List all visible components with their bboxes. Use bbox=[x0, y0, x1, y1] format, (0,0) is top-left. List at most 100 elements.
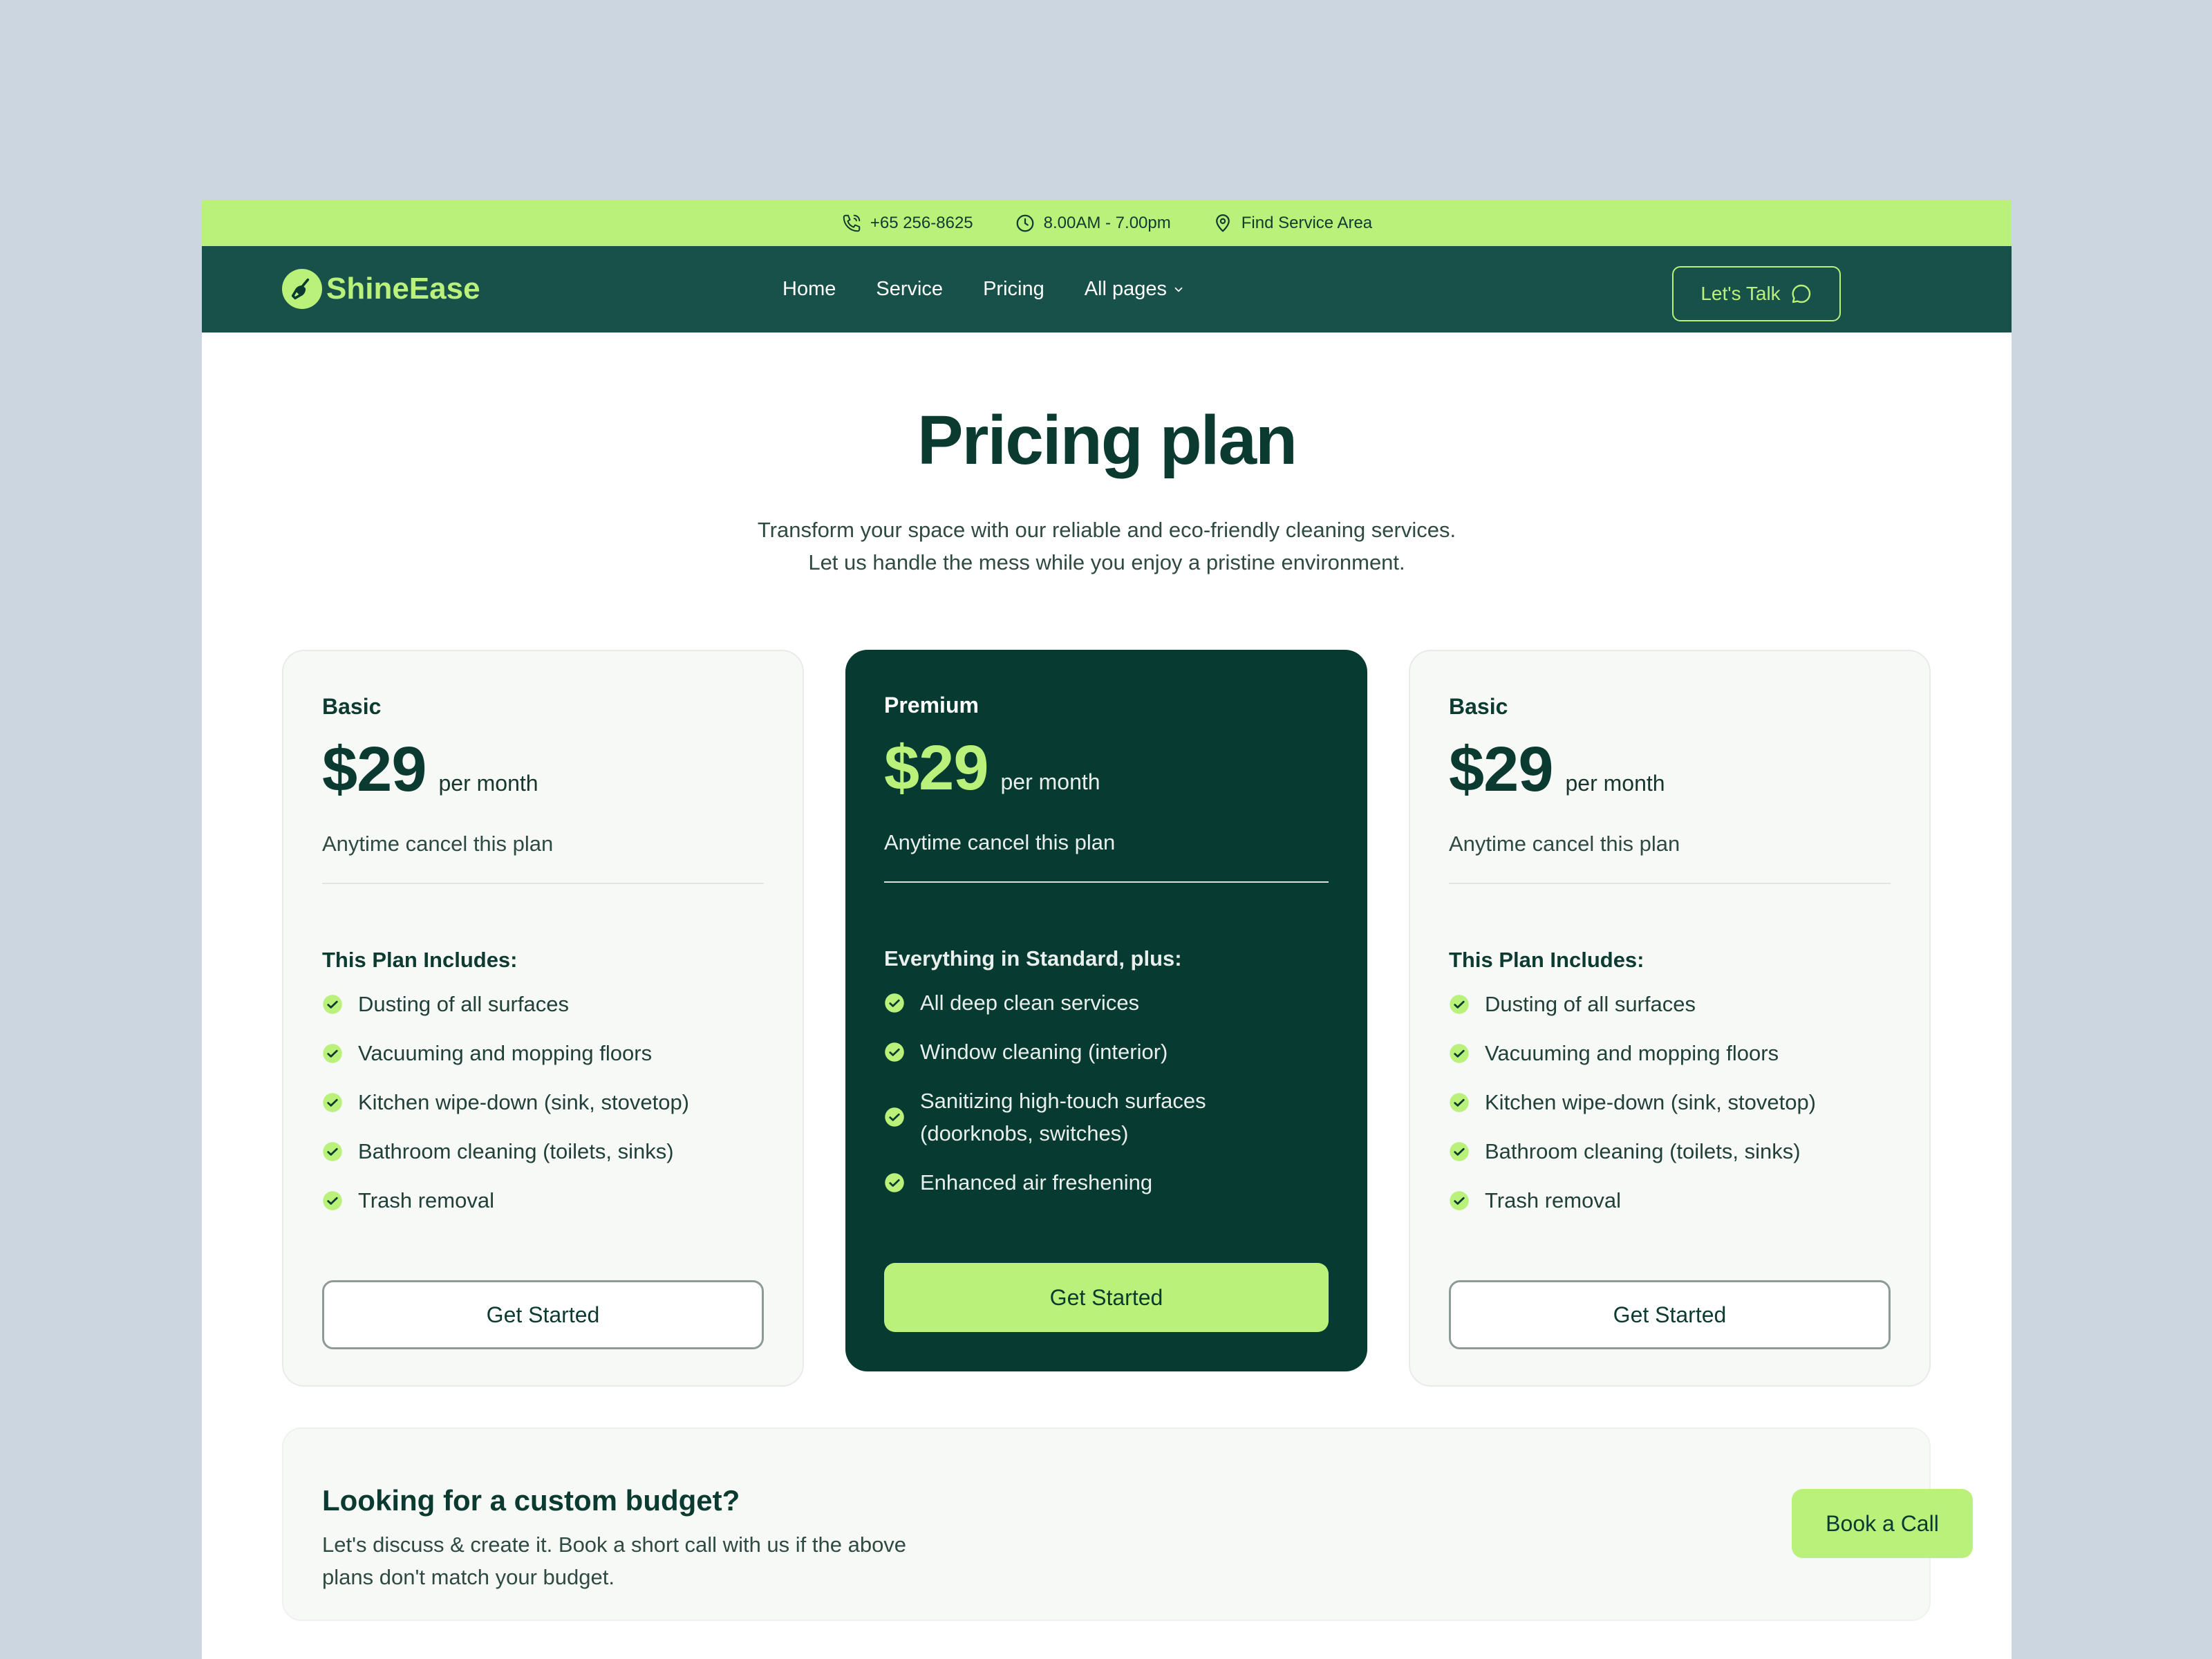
feature-text: Dusting of all surfaces bbox=[358, 992, 569, 1016]
check-circle-icon bbox=[323, 1043, 342, 1063]
nav-links: Home Service Pricing All pages bbox=[782, 246, 1185, 332]
plan-name: Basic bbox=[322, 694, 382, 719]
pricing-card-basic-2: Basic $29 per month Anytime cancel this … bbox=[1409, 650, 1931, 1387]
check-circle-icon bbox=[885, 993, 904, 1013]
feature-item: Dusting of all surfaces bbox=[322, 988, 764, 1020]
divider bbox=[322, 883, 764, 884]
check-circle-icon bbox=[1450, 1092, 1469, 1112]
price-row: $29 per month bbox=[1449, 738, 1891, 801]
includes-title: This Plan Includes: bbox=[1449, 948, 1644, 972]
feature-item: Vacuuming and mopping floors bbox=[322, 1037, 764, 1069]
check-circle-icon bbox=[323, 994, 342, 1014]
feature-item: Sanitizing high-touch surfaces (doorknob… bbox=[884, 1085, 1329, 1150]
location-pin-icon bbox=[1215, 214, 1230, 232]
plan-note: Anytime cancel this plan bbox=[884, 830, 1116, 854]
nav-pricing[interactable]: Pricing bbox=[983, 278, 1044, 301]
price-row: $29 per month bbox=[322, 738, 764, 801]
feature-text: Sanitizing high-touch surfaces (doorknob… bbox=[920, 1089, 1206, 1145]
get-started-button[interactable]: Get Started bbox=[884, 1263, 1329, 1332]
check-circle-icon bbox=[885, 1172, 904, 1192]
brand-name: ShineEase bbox=[326, 272, 480, 306]
feature-text: Kitchen wipe-down (sink, stovetop) bbox=[358, 1090, 690, 1114]
check-circle-icon bbox=[885, 1107, 904, 1127]
feature-text: Vacuuming and mopping floors bbox=[1485, 1041, 1779, 1065]
lets-talk-button[interactable]: Let's Talk bbox=[1672, 266, 1841, 321]
feature-item: Trash removal bbox=[322, 1184, 764, 1217]
feature-text: Bathroom cleaning (toilets, sinks) bbox=[358, 1139, 674, 1163]
plan-period: per month bbox=[1565, 771, 1665, 796]
nav-all-pages[interactable]: All pages bbox=[1085, 278, 1185, 301]
feature-list: Dusting of all surfaces Vacuuming and mo… bbox=[322, 988, 764, 1217]
clock-icon bbox=[1016, 214, 1034, 232]
check-circle-icon bbox=[1450, 1043, 1469, 1063]
feature-text: All deep clean services bbox=[920, 991, 1140, 1015]
get-started-button[interactable]: Get Started bbox=[322, 1280, 764, 1349]
includes-title: This Plan Includes: bbox=[322, 948, 518, 972]
lets-talk-label: Let's Talk bbox=[1700, 283, 1781, 304]
page-title: Pricing plan bbox=[917, 402, 1297, 479]
check-circle-icon bbox=[885, 1042, 904, 1062]
feature-list: Dusting of all surfaces Vacuuming and mo… bbox=[1449, 988, 1891, 1217]
feature-item: All deep clean services bbox=[884, 986, 1329, 1019]
feature-text: Dusting of all surfaces bbox=[1485, 992, 1696, 1016]
main-navbar: ShineEase Home Service Pricing All pages… bbox=[202, 246, 2012, 332]
book-a-call-button[interactable]: Book a Call bbox=[1792, 1489, 1973, 1558]
feature-item: Window cleaning (interior) bbox=[884, 1035, 1329, 1068]
feature-text: Window cleaning (interior) bbox=[920, 1040, 1168, 1064]
custom-budget-panel: Looking for a custom budget? Let's discu… bbox=[282, 1427, 1973, 1621]
feature-text: Trash removal bbox=[358, 1188, 494, 1212]
nav-service[interactable]: Service bbox=[876, 278, 943, 301]
pricing-card-premium: Premium $29 per month Anytime cancel thi… bbox=[845, 650, 1367, 1371]
top-info-bar: +65 256-8625 8.00AM - 7.00pm Find Servic… bbox=[202, 200, 2012, 246]
brand-logo[interactable]: ShineEase bbox=[282, 269, 480, 309]
pricing-page: +65 256-8625 8.00AM - 7.00pm Find Servic… bbox=[202, 200, 2012, 1659]
feature-item: Kitchen wipe-down (sink, stovetop) bbox=[322, 1086, 764, 1118]
service-area-link[interactable]: Find Service Area bbox=[1212, 213, 1372, 234]
plan-price: $29 bbox=[884, 733, 988, 803]
plan-period: per month bbox=[438, 771, 538, 796]
feature-item: Kitchen wipe-down (sink, stovetop) bbox=[1449, 1086, 1891, 1118]
includes-title: Everything in Standard, plus: bbox=[884, 946, 1182, 971]
plan-price: $29 bbox=[1449, 734, 1553, 805]
divider bbox=[1449, 883, 1891, 884]
phone-number: +65 256-8625 bbox=[870, 214, 973, 232]
pricing-card-basic: Basic $29 per month Anytime cancel this … bbox=[282, 650, 804, 1387]
nav-all-pages-label: All pages bbox=[1084, 278, 1168, 300]
feature-text: Trash removal bbox=[1485, 1188, 1621, 1212]
divider bbox=[884, 881, 1329, 883]
plan-note: Anytime cancel this plan bbox=[322, 832, 554, 856]
feature-text: Bathroom cleaning (toilets, sinks) bbox=[1485, 1139, 1801, 1163]
check-circle-icon bbox=[1450, 1190, 1469, 1210]
chevron-down-icon bbox=[1174, 287, 1183, 292]
feature-item: Bathroom cleaning (toilets, sinks) bbox=[1449, 1135, 1891, 1168]
phone-info[interactable]: +65 256-8625 bbox=[841, 213, 973, 234]
page-subtitle: Transform your space with our reliable a… bbox=[202, 514, 2012, 579]
plan-note: Anytime cancel this plan bbox=[1449, 832, 1680, 856]
check-circle-icon bbox=[323, 1092, 342, 1112]
feature-item: Vacuuming and mopping floors bbox=[1449, 1037, 1891, 1069]
feature-item: Dusting of all surfaces bbox=[1449, 988, 1891, 1020]
price-row: $29 per month bbox=[884, 736, 1329, 800]
check-circle-icon bbox=[323, 1190, 342, 1210]
plan-name: Basic bbox=[1449, 694, 1508, 719]
plan-name: Premium bbox=[884, 693, 979, 718]
budget-text: Let's discuss & create it. Book a short … bbox=[322, 1533, 907, 1589]
phone-icon bbox=[843, 214, 861, 232]
feature-text: Enhanced air freshening bbox=[920, 1170, 1153, 1194]
service-area-label: Find Service Area bbox=[1241, 214, 1373, 232]
check-circle-icon bbox=[1450, 994, 1469, 1014]
get-started-button[interactable]: Get Started bbox=[1449, 1280, 1891, 1349]
feature-text: Kitchen wipe-down (sink, stovetop) bbox=[1485, 1090, 1817, 1114]
plan-price: $29 bbox=[322, 734, 427, 805]
check-circle-icon bbox=[323, 1141, 342, 1161]
subtitle-line-1: Transform your space with our reliable a… bbox=[757, 518, 1456, 542]
hours-info: 8.00AM - 7.00pm bbox=[1015, 213, 1171, 234]
opening-hours: 8.00AM - 7.00pm bbox=[1043, 214, 1171, 232]
feature-list: All deep clean services Window cleaning … bbox=[884, 986, 1329, 1199]
feature-text: Vacuuming and mopping floors bbox=[358, 1041, 653, 1065]
plan-period: per month bbox=[1000, 769, 1100, 794]
feature-item: Trash removal bbox=[1449, 1184, 1891, 1217]
nav-home[interactable]: Home bbox=[782, 278, 836, 301]
broom-icon bbox=[282, 269, 322, 309]
feature-item: Bathroom cleaning (toilets, sinks) bbox=[322, 1135, 764, 1168]
